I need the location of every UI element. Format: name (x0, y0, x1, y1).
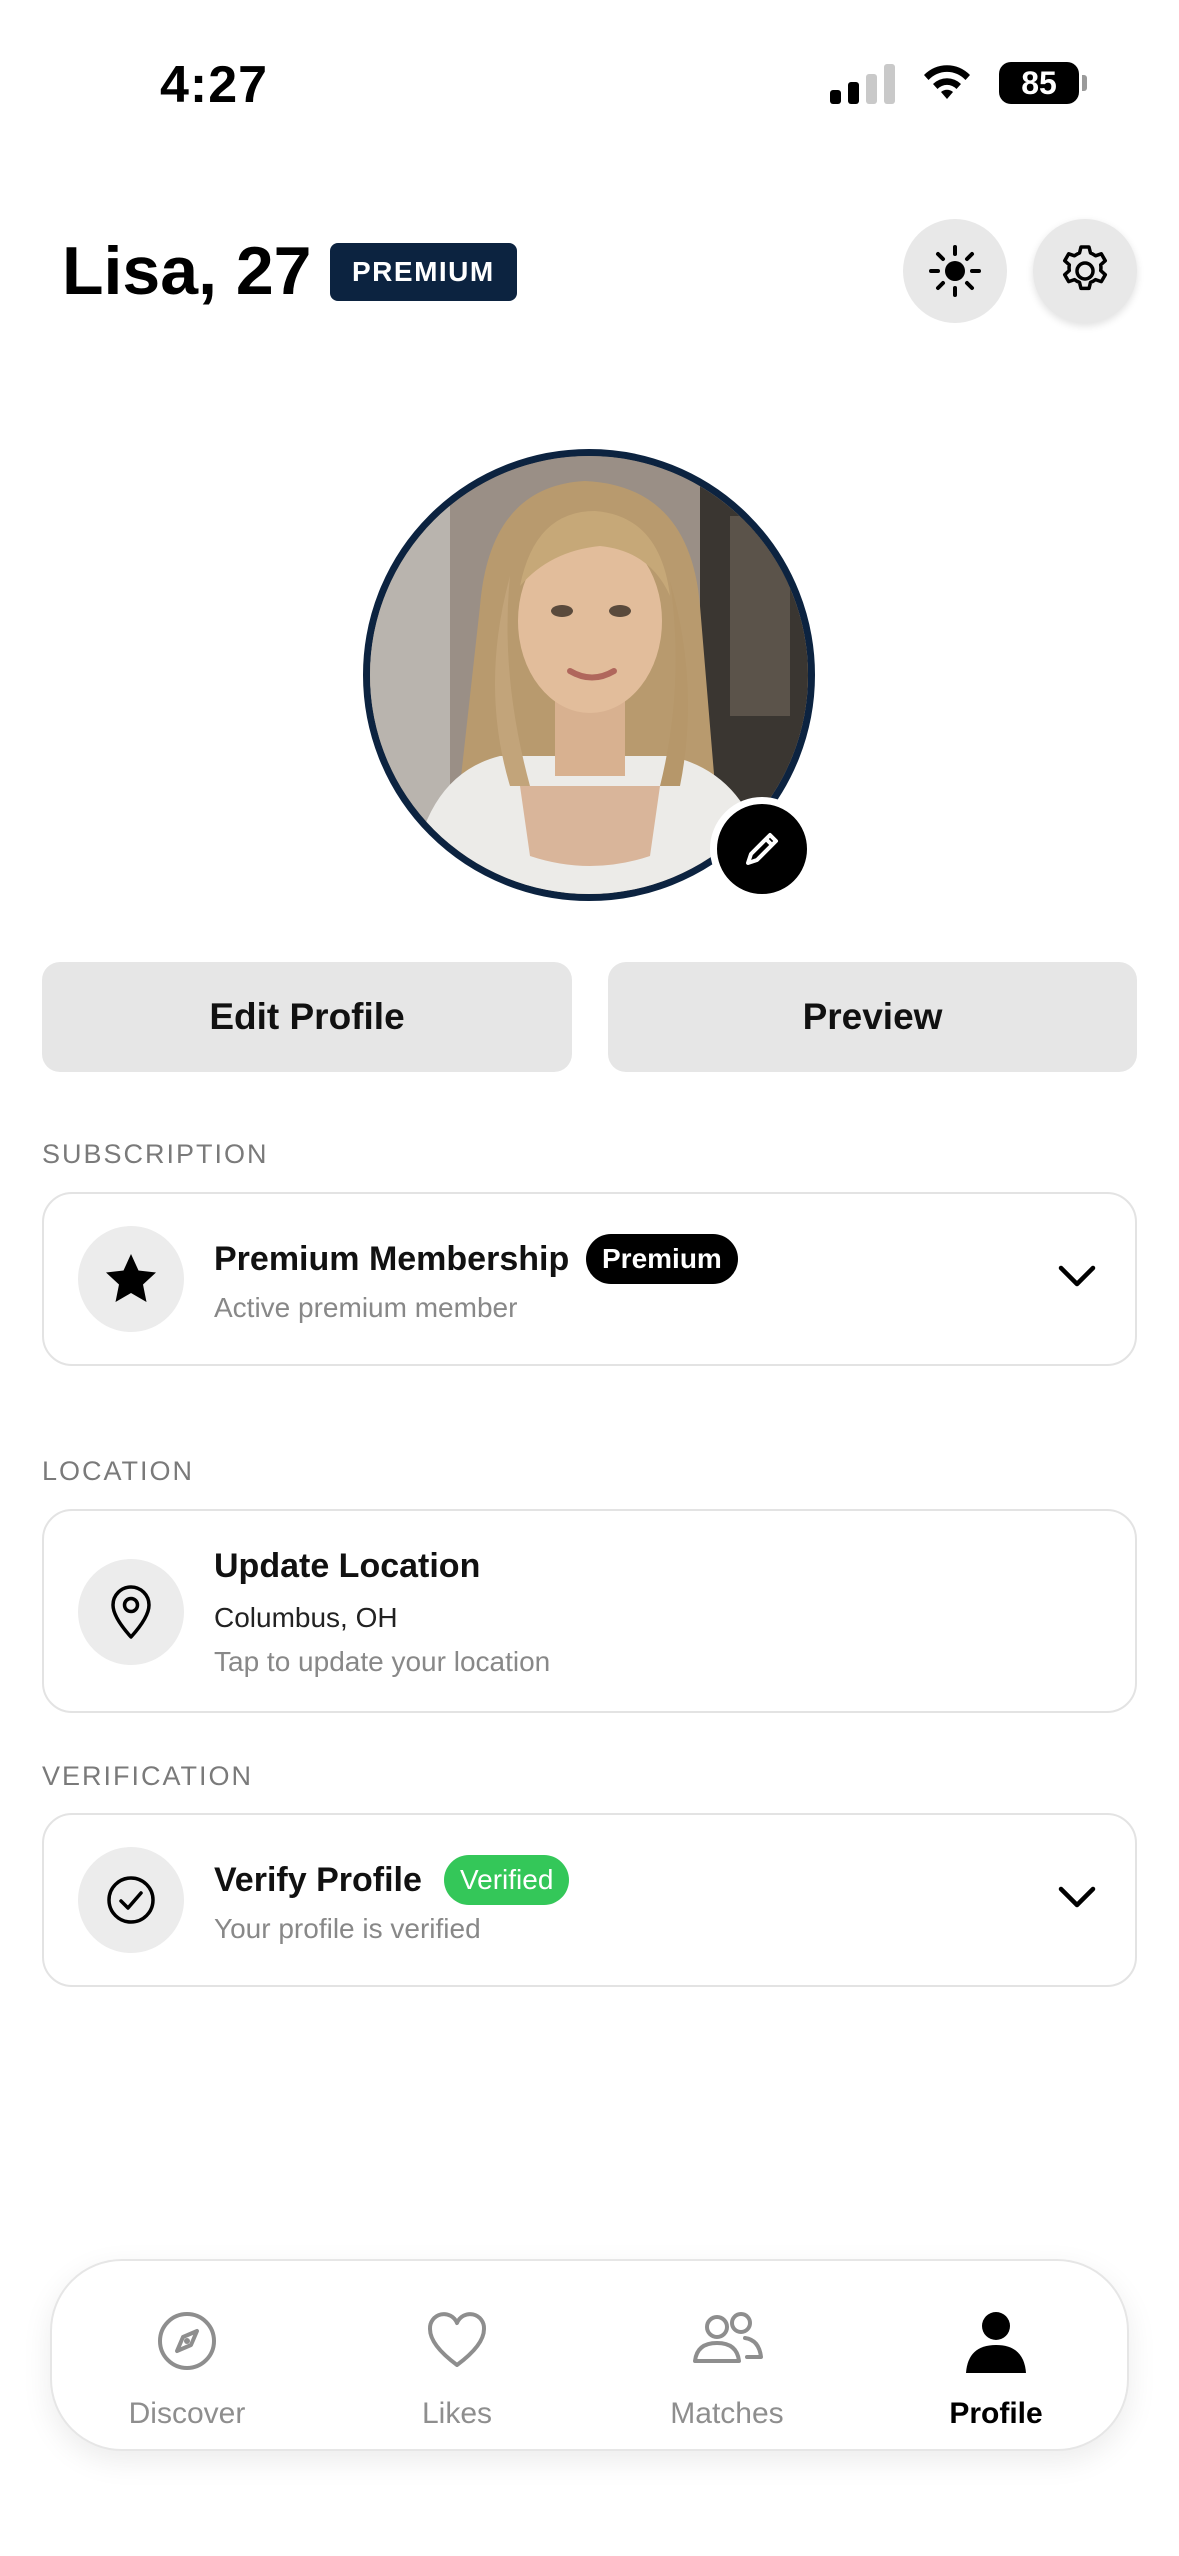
sun-icon (929, 245, 981, 297)
verification-card[interactable]: Verify Profile Verified Your profile is … (42, 1813, 1137, 1987)
verification-subtitle: Your profile is verified (214, 1913, 481, 1944)
tab-discover[interactable]: Discover (52, 2261, 322, 2449)
subscription-section-label: SUBSCRIPTION (42, 1139, 269, 1169)
edit-profile-button[interactable]: Edit Profile (42, 962, 572, 1072)
tab-label-profile: Profile (949, 2397, 1043, 2430)
star-icon (106, 1254, 156, 1302)
check-circle-icon-wrapper (78, 1847, 184, 1953)
verified-badge: Verified (444, 1855, 570, 1905)
verification-title: Verify Profile (214, 1861, 422, 1899)
pencil-icon (746, 833, 778, 865)
location-hint: Tap to update your location (214, 1646, 551, 1677)
premium-tag: PREMIUM (330, 243, 517, 301)
map-pin-icon (111, 1585, 151, 1639)
status-indicators: 85 (830, 62, 1087, 104)
tab-likes[interactable]: Likes (322, 2261, 592, 2449)
tab-label-discover: Discover (128, 2397, 246, 2430)
wifi-icon (924, 65, 970, 99)
theme-toggle-button[interactable] (903, 219, 1007, 323)
people-icon (693, 2312, 763, 2363)
settings-button[interactable] (1033, 219, 1137, 323)
tab-label-likes: Likes (421, 2397, 493, 2430)
subscription-title: Premium Membership (214, 1240, 570, 1278)
chevron-down-icon[interactable] (1057, 1262, 1097, 1290)
profile-name-age: Lisa, 27 (62, 233, 312, 309)
star-icon-wrapper (78, 1226, 184, 1332)
chevron-down-icon[interactable] (1057, 1883, 1097, 1911)
person-icon (966, 2312, 1026, 2373)
map-pin-icon-wrapper (78, 1559, 184, 1665)
preview-button[interactable]: Preview (608, 962, 1137, 1072)
compass-icon (158, 2312, 216, 2370)
location-section-label: LOCATION (42, 1456, 195, 1486)
location-title: Update Location (214, 1547, 481, 1585)
status-time: 4:27 (160, 56, 269, 114)
check-circle-icon (107, 1876, 155, 1924)
heart-icon (427, 2312, 487, 2367)
tab-profile[interactable]: Profile (861, 2261, 1131, 2449)
tab-matches[interactable]: Matches (592, 2261, 862, 2449)
location-city: Columbus, OH (214, 1602, 398, 1633)
edit-photo-button[interactable] (710, 797, 814, 901)
premium-badge: Premium (586, 1234, 738, 1284)
subscription-subtitle: Active premium member (214, 1292, 518, 1323)
location-card[interactable]: Update Location Columbus, OH Tap to upda… (42, 1509, 1137, 1713)
gear-icon (1062, 245, 1108, 291)
subscription-card[interactable]: Premium Membership Premium Active premiu… (42, 1192, 1137, 1366)
bottom-tab-bar: Discover Likes Matches Profile (50, 2259, 1129, 2451)
battery-icon: 85 (999, 62, 1087, 104)
tab-label-matches: Matches (670, 2397, 784, 2430)
cellular-signal-icon (830, 62, 895, 104)
battery-level: 85 (1021, 64, 1057, 101)
verification-section-label: VERIFICATION (42, 1761, 254, 1791)
